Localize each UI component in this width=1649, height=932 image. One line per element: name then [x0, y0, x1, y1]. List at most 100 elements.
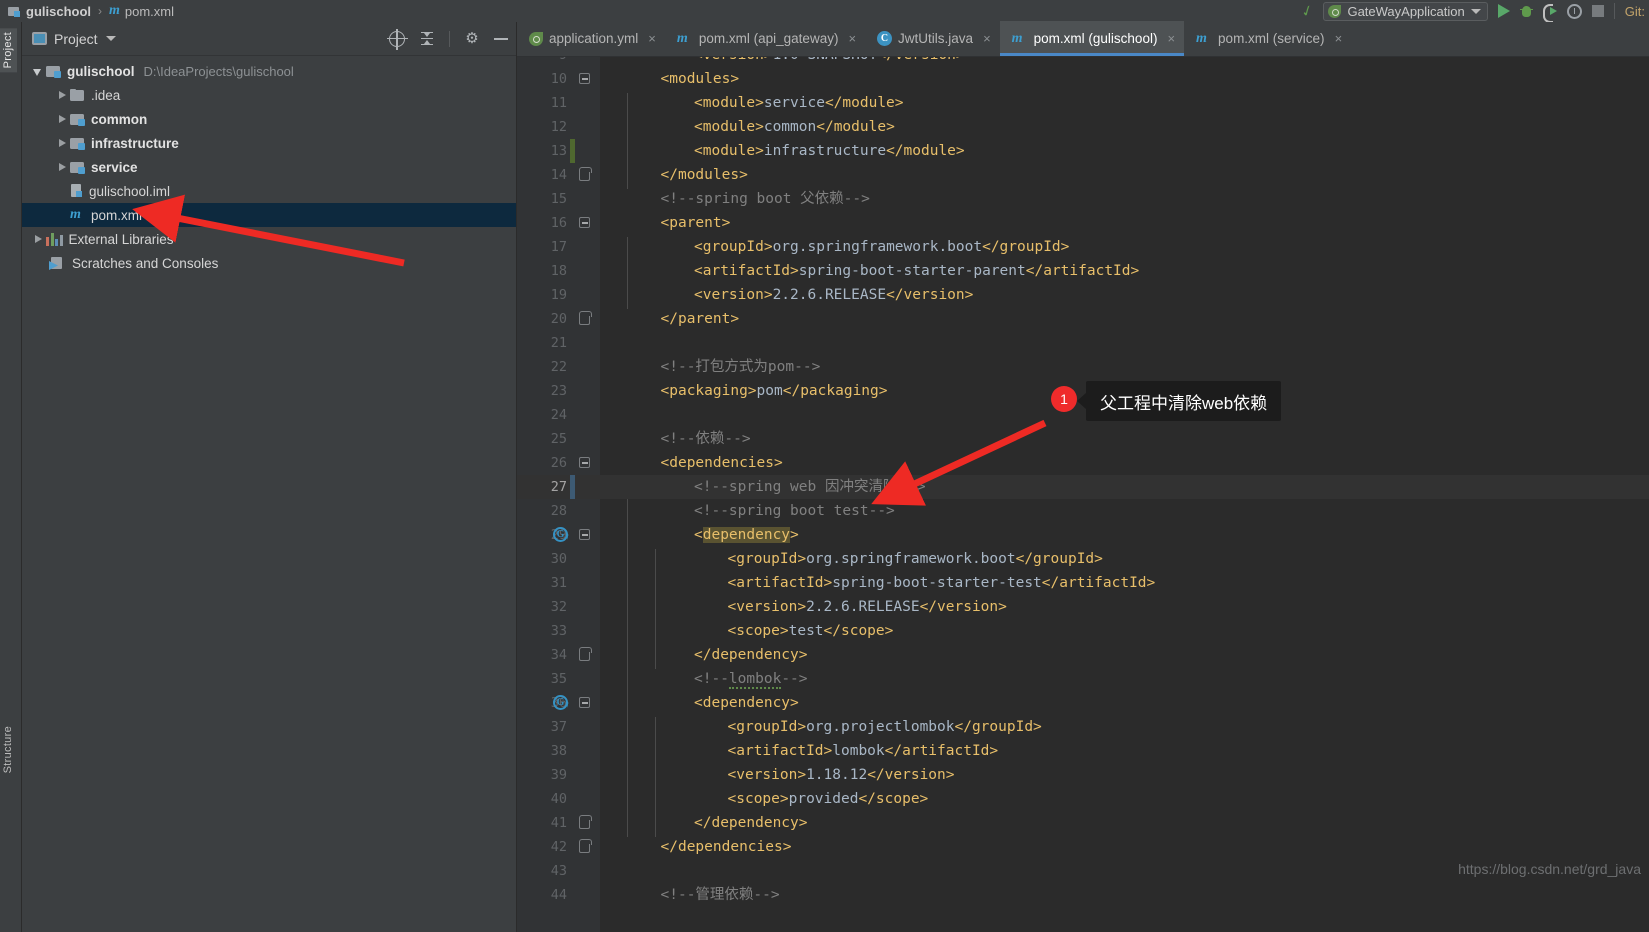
code-editor[interactable]: 9<version>1.0-SNAPSHOT</version>10<modul… [517, 57, 1649, 932]
code-token: </module> [816, 119, 895, 135]
code-line[interactable]: 21 [517, 331, 1649, 355]
code-line[interactable]: 31 <artifactId>spring-boot-starter-test</… [517, 571, 1649, 595]
chevron-right-icon[interactable] [54, 87, 70, 103]
fold-collapse-icon[interactable] [579, 73, 590, 84]
locate-file-icon[interactable] [387, 28, 408, 50]
code-line[interactable]: 10 <modules> [517, 67, 1649, 91]
maven-dependency-gutter-icon[interactable]: G ↑ [553, 527, 570, 542]
code-line[interactable]: 38 <artifactId>lombok</artifactId> [517, 739, 1649, 763]
code-line[interactable]: 36 G ↑ <dependency> [517, 691, 1649, 715]
close-icon[interactable]: × [983, 31, 991, 46]
project-panel-header: Project ⚙ [22, 22, 516, 56]
run-triangle-icon[interactable] [1497, 4, 1510, 18]
code-line[interactable]: 41 </dependency> [517, 811, 1649, 835]
run-toolbar: ✓ GateWayApplication Git: [1298, 0, 1649, 23]
tree-node-idea[interactable]: .idea [22, 83, 516, 107]
fold-collapse-icon[interactable] [579, 529, 590, 540]
tree-node-gulischool-iml[interactable]: gulischool.iml [22, 179, 516, 203]
stop-square-icon[interactable] [1591, 5, 1604, 17]
hammer-icon[interactable]: ✓ [1298, 0, 1317, 21]
code-line[interactable]: 35 <!--lombok--> [517, 667, 1649, 691]
fold-collapse-icon[interactable] [579, 457, 590, 468]
tree-node-service[interactable]: service [22, 155, 516, 179]
code-line[interactable]: 25 <!--依赖--> [517, 427, 1649, 451]
profiler-clock-icon[interactable] [1566, 3, 1582, 19]
code-text: <artifactId>spring-boot-starter-test</ar… [728, 571, 1156, 595]
code-line[interactable]: 39 <version>1.18.12</version> [517, 763, 1649, 787]
fold-collapse-icon[interactable] [579, 697, 590, 708]
run-configuration-selector[interactable]: GateWayApplication [1323, 1, 1488, 21]
chevron-down-icon[interactable] [30, 63, 46, 79]
editor-tab-pom-gulischool[interactable]: m pom.xml (gulischool) × [999, 21, 1185, 56]
breadcrumb-project[interactable]: gulischool [26, 4, 91, 19]
code-text: <module>service</module> [694, 91, 904, 115]
line-number: 39 [550, 767, 567, 783]
fold-collapse-icon[interactable] [579, 217, 590, 228]
tree-node-common[interactable]: common [22, 107, 516, 131]
line-number: 15 [550, 191, 567, 207]
code-line[interactable]: 19 <version>2.2.6.RELEASE</version> [517, 283, 1649, 307]
tree-node-gulischool[interactable]: gulischool D:\IdeaProjects\gulischool [22, 59, 516, 83]
chevron-right-icon[interactable] [54, 135, 70, 151]
chevron-down-icon[interactable] [1470, 8, 1481, 14]
editor-tab-pom-api-gateway[interactable]: m pom.xml (api_gateway) × [665, 21, 865, 56]
hide-icon[interactable] [494, 37, 508, 40]
debug-bug-icon[interactable] [1519, 4, 1533, 19]
close-icon[interactable]: × [1167, 31, 1175, 46]
code-line[interactable]: 30 <groupId>org.springframework.boot</gro… [517, 547, 1649, 571]
code-line[interactable]: 15 <!--spring boot 父依赖--> [517, 187, 1649, 211]
code-line[interactable]: 12 <module>common</module> [517, 115, 1649, 139]
code-line[interactable]: 28 <!--spring boot test--> [517, 499, 1649, 523]
close-icon[interactable]: × [848, 31, 856, 46]
code-token: > [790, 527, 799, 543]
chevron-right-icon[interactable] [30, 231, 46, 247]
code-line[interactable]: 32 <version>2.2.6.RELEASE</version> [517, 595, 1649, 619]
code-line[interactable]: 13 <module>infrastructure</module> [517, 139, 1649, 163]
editor-tab-application-yml[interactable]: application.yml × [517, 21, 665, 56]
code-line[interactable]: 9 <version>1.0-SNAPSHOT</version> [517, 57, 1649, 67]
fold-end-icon[interactable] [579, 167, 592, 181]
code-line[interactable]: 22 <!--打包方式为pom--> [517, 355, 1649, 379]
line-number: 31 [550, 575, 567, 591]
tree-node-scratches[interactable]: Scratches and Consoles [22, 251, 516, 275]
editor-tab-jwtutils-java[interactable]: C JwtUtils.java × [865, 21, 1000, 56]
fold-end-icon[interactable] [579, 647, 592, 661]
chevron-down-icon[interactable] [105, 36, 116, 41]
tool-button-structure[interactable]: Structure [0, 722, 17, 777]
line-number: 41 [550, 815, 567, 831]
code-line[interactable]: 42 </dependencies> [517, 835, 1649, 859]
code-line[interactable]: 26 <dependencies> [517, 451, 1649, 475]
code-line[interactable]: 18 <artifactId>spring-boot-starter-parent… [517, 259, 1649, 283]
git-label[interactable]: Git: [1625, 4, 1645, 19]
collapse-all-icon[interactable] [419, 31, 435, 47]
code-line[interactable]: 14 </modules> [517, 163, 1649, 187]
chevron-right-icon[interactable] [54, 159, 70, 175]
code-line[interactable]: 44 <!--管理依赖--> [517, 883, 1649, 907]
code-line[interactable]: 11 <module>service</module> [517, 91, 1649, 115]
tree-node-label: External Libraries [68, 231, 174, 247]
chevron-right-icon[interactable] [54, 111, 70, 127]
fold-end-icon[interactable] [579, 815, 592, 829]
code-line[interactable]: 16 <parent> [517, 211, 1649, 235]
close-icon[interactable]: × [1335, 31, 1343, 46]
run-with-coverage-icon[interactable] [1542, 3, 1557, 23]
code-line[interactable]: 34 </dependency> [517, 643, 1649, 667]
tool-button-project[interactable]: Project [0, 28, 17, 73]
close-icon[interactable]: × [648, 31, 656, 46]
code-line[interactable]: 29 G ↑ <dependency> [517, 523, 1649, 547]
tree-node-pom-xml[interactable]: m pom.xml [22, 203, 516, 227]
gear-icon[interactable]: ⚙ [464, 30, 480, 47]
tree-node-external-libraries[interactable]: External Libraries [22, 227, 516, 251]
code-line[interactable]: 37 <groupId>org.projectlombok</groupId> [517, 715, 1649, 739]
code-line[interactable]: 20 </parent> [517, 307, 1649, 331]
tree-node-infrastructure[interactable]: infrastructure [22, 131, 516, 155]
code-line[interactable]: 40 <scope>provided</scope> [517, 787, 1649, 811]
fold-end-icon[interactable] [579, 311, 592, 325]
code-line[interactable]: 27 <!--spring web 因冲突清除 --> [517, 475, 1649, 499]
editor-tab-pom-service[interactable]: m pom.xml (service) × [1184, 21, 1351, 56]
code-line[interactable]: 33 <scope>test</scope> [517, 619, 1649, 643]
breadcrumb-file[interactable]: pom.xml [125, 4, 174, 19]
maven-dependency-gutter-icon[interactable]: G ↑ [553, 695, 570, 710]
fold-end-icon[interactable] [579, 839, 592, 853]
code-line[interactable]: 17 <groupId>org.springframework.boot</gro… [517, 235, 1649, 259]
